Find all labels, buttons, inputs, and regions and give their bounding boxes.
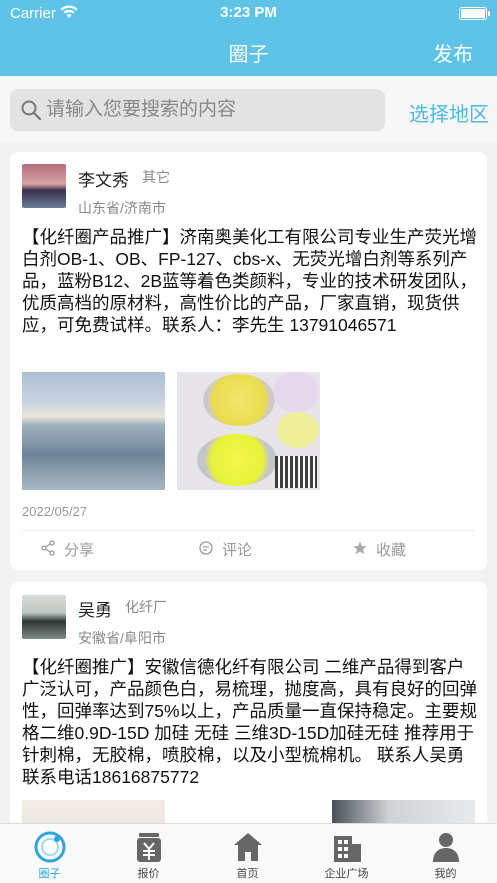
post-image-product[interactable] bbox=[177, 372, 320, 490]
tab-price[interactable]: 报价 bbox=[99, 824, 198, 883]
tab-label: 首页 bbox=[236, 868, 259, 880]
pigment-dish-lemon bbox=[277, 412, 319, 448]
avatar[interactable] bbox=[22, 595, 66, 639]
search-box[interactable] bbox=[10, 89, 385, 131]
user-location: 山东省/济南市 bbox=[78, 200, 166, 216]
search-icon bbox=[21, 100, 42, 121]
comment-button[interactable]: 评论 bbox=[199, 539, 253, 560]
tab-label: 圈子 bbox=[38, 868, 61, 880]
select-region-button[interactable]: 选择地区 bbox=[409, 98, 489, 127]
post-text: 【化纤圈推广】安徽信德化纤有限公司 二维产品得到客户广泛认可，产品颜色白，易梳理… bbox=[22, 657, 478, 787]
user-name[interactable]: 李文秀 bbox=[78, 166, 129, 191]
clock: 3:23 PM bbox=[220, 4, 277, 21]
share-button[interactable]: 分享 bbox=[41, 539, 95, 560]
tab-bar: 圈子 报价 首页 企业广场 我的 bbox=[0, 823, 497, 883]
battery-icon bbox=[459, 7, 490, 20]
publish-button[interactable]: 发布 bbox=[433, 38, 473, 67]
post-card[interactable]: 吴勇 化纤厂 安徽省/阜阳市 【化纤圈推广】安徽信德化纤有限公司 二维产品得到客… bbox=[10, 582, 487, 842]
pigment-dish-pink bbox=[273, 372, 319, 412]
tab-label: 企业广场 bbox=[324, 868, 369, 880]
pigment-dish-yellow bbox=[203, 374, 275, 426]
tab-label: 我的 bbox=[434, 868, 457, 880]
nav-bar: 圈子 发布 bbox=[0, 28, 497, 76]
tab-mine[interactable]: 我的 bbox=[396, 824, 495, 883]
user-name[interactable]: 吴勇 bbox=[78, 596, 112, 621]
user-tag: 化纤厂 bbox=[125, 599, 167, 615]
post-actions: 分享 评论 收藏 bbox=[22, 530, 475, 566]
person-icon bbox=[433, 833, 459, 862]
building-icon bbox=[334, 836, 361, 862]
circle-icon bbox=[34, 831, 66, 863]
user-tag: 其它 bbox=[142, 169, 170, 185]
favorite-label: 收藏 bbox=[376, 542, 407, 559]
star-icon bbox=[353, 541, 367, 555]
tab-enterprise[interactable]: 企业广场 bbox=[297, 824, 396, 883]
favorite-button[interactable]: 收藏 bbox=[353, 539, 407, 560]
tab-label: 报价 bbox=[137, 868, 160, 880]
post-date: 2022/05/27 bbox=[22, 504, 88, 519]
status-bar: Carrier 3:23 PM bbox=[0, 0, 497, 28]
price-tag-icon bbox=[137, 833, 161, 862]
share-icon bbox=[41, 540, 55, 556]
comment-label: 评论 bbox=[222, 542, 253, 559]
tab-home[interactable]: 首页 bbox=[198, 824, 297, 883]
avatar[interactable] bbox=[22, 164, 66, 208]
search-input[interactable] bbox=[46, 89, 376, 131]
post-card[interactable]: 李文秀 其它 山东省/济南市 【化纤圈产品推广】济南奥美化工有限公司专业生产荧光… bbox=[10, 152, 487, 570]
user-location: 安徽省/阜阳市 bbox=[78, 630, 166, 646]
post-image-sea[interactable] bbox=[22, 372, 165, 490]
search-area: 选择地区 bbox=[0, 76, 497, 142]
qr-code-icon bbox=[275, 456, 317, 488]
pigment-dish-green bbox=[197, 434, 277, 486]
page-title: 圈子 bbox=[228, 44, 269, 66]
post-text: 【化纤圈产品推广】济南奥美化工有限公司专业生产荧光增白剂OB-1、OB、FP-1… bbox=[22, 227, 478, 335]
home-icon bbox=[234, 833, 262, 861]
tab-circle[interactable]: 圈子 bbox=[0, 824, 99, 883]
share-label: 分享 bbox=[64, 542, 95, 559]
comment-icon bbox=[199, 541, 213, 555]
